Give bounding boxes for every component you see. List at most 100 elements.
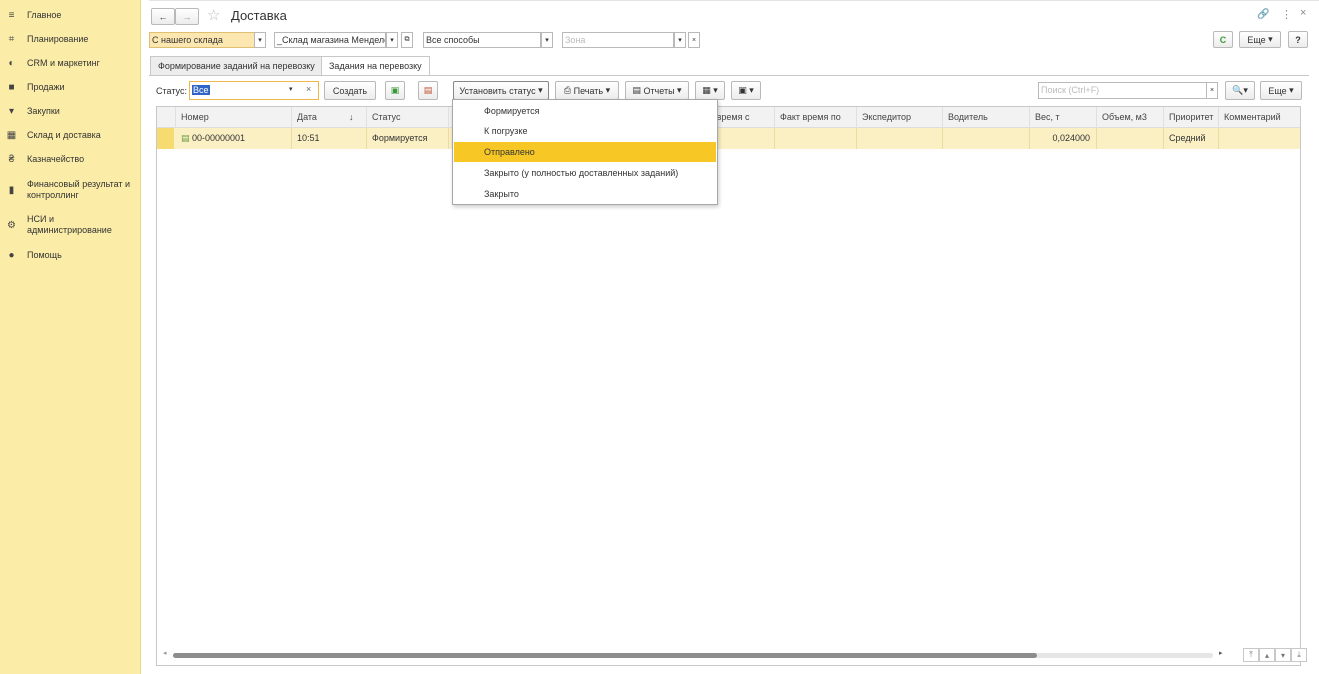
- create-button[interactable]: Создать: [324, 81, 376, 100]
- column-volume[interactable]: Объем, м3: [1097, 107, 1164, 128]
- last-page-button[interactable]: ⤓: [1291, 648, 1307, 662]
- help-button[interactable]: ?: [1288, 31, 1308, 48]
- column-forwarder[interactable]: Экспедитор: [857, 107, 943, 128]
- search-button[interactable]: 🔍▾: [1225, 81, 1255, 100]
- status-option-sent[interactable]: Отправлено: [454, 142, 716, 162]
- copy-doc-button[interactable]: ▣: [385, 81, 405, 100]
- tab-formation[interactable]: Формирование заданий на перевозку: [150, 56, 323, 75]
- scroll-left-icon[interactable]: ◂: [163, 649, 167, 657]
- chevron-down-icon[interactable]: ▾: [289, 85, 293, 93]
- main-area: ← → ☆ Доставка 🔗 ⋮ × С нашего склада ▾ _…: [149, 0, 1319, 674]
- clear-icon[interactable]: ×: [688, 32, 700, 48]
- row-marker: [157, 128, 174, 149]
- status-label: Статус:: [156, 86, 187, 96]
- next-page-button[interactable]: ▾: [1275, 648, 1291, 662]
- tab-tasks[interactable]: Задания на перевозку: [321, 56, 430, 76]
- column-priority[interactable]: Приоритет: [1164, 107, 1219, 128]
- sidebar-item-warehouse[interactable]: ▦ Склад и доставка: [0, 129, 141, 141]
- clear-icon[interactable]: ×: [306, 84, 311, 94]
- sidebar-item-label: Финансовый результат и контроллинг: [27, 179, 131, 200]
- help-icon: ?: [1295, 34, 1301, 45]
- table-header: Номер Дата ↓ Статус т время с Факт время…: [157, 107, 1300, 128]
- cell-weight: 0,024000: [1030, 128, 1097, 149]
- planning-icon: ⌗: [8, 33, 15, 45]
- crm-icon: ◐: [8, 57, 15, 69]
- print-button[interactable]: ⎙ Печать ▾: [555, 81, 619, 100]
- column-marker: [157, 107, 176, 128]
- sidebar-item-planning[interactable]: ⌗ Планирование: [0, 33, 141, 45]
- first-page-button[interactable]: ⤒: [1243, 648, 1259, 662]
- source-field[interactable]: С нашего склада: [149, 32, 255, 48]
- chevron-down-icon[interactable]: ▾: [541, 32, 553, 48]
- more-vertical-icon[interactable]: ⋮: [1281, 8, 1292, 21]
- printer-icon: ⎙: [563, 85, 574, 95]
- more-button[interactable]: Еще ▾: [1239, 31, 1281, 48]
- sidebar-item-label: НСИ и администрирование: [27, 214, 112, 235]
- tasks-table: Номер Дата ↓ Статус т время с Факт время…: [156, 106, 1307, 666]
- status-option-closed[interactable]: Закрыто: [454, 184, 716, 204]
- column-status[interactable]: Статус: [367, 107, 449, 128]
- cell-forwarder: [857, 128, 943, 149]
- sidebar-item-purchases[interactable]: ▾ Закупки: [0, 105, 141, 117]
- sidebar-item-finance[interactable]: ▮ Финансовый результат и контроллинг: [0, 178, 141, 202]
- scroll-right-icon[interactable]: ▸: [1219, 649, 1223, 657]
- post-doc-button[interactable]: ▤: [418, 81, 438, 100]
- column-number[interactable]: Номер: [176, 107, 292, 128]
- column-fact-time-to[interactable]: Факт время по: [775, 107, 857, 128]
- set-status-button[interactable]: Установить статус ▾: [453, 81, 549, 100]
- column-driver[interactable]: Водитель: [943, 107, 1030, 128]
- horizontal-scrollbar[interactable]: [173, 653, 1213, 658]
- forward-button[interactable]: →: [175, 8, 199, 25]
- create-based-button[interactable]: ▦ ▾: [695, 81, 725, 100]
- more-button[interactable]: Еще ▾: [1260, 81, 1302, 100]
- status-option-forming[interactable]: Формируется: [454, 101, 716, 121]
- cell-driver: [943, 128, 1030, 149]
- method-field[interactable]: Все способы: [423, 32, 541, 48]
- sidebar: ≡ Главное ⌗ Планирование ◐ CRM и маркети…: [0, 0, 141, 674]
- column-weight[interactable]: Вес, т: [1030, 107, 1097, 128]
- sidebar-item-crm[interactable]: ◐ CRM и маркетинг: [0, 57, 141, 69]
- chevron-down-icon[interactable]: ▾: [254, 32, 266, 48]
- prev-page-button[interactable]: ▴: [1259, 648, 1275, 662]
- cell-priority: Средний: [1164, 128, 1219, 149]
- scrollbar-thumb[interactable]: [173, 653, 1037, 658]
- status-option-closed-delivered[interactable]: Закрыто (у полностью доставленных задани…: [454, 163, 716, 183]
- table-row[interactable]: ▤ 00-00000001 10:51 Формируется 0,024000…: [157, 128, 1300, 149]
- chevron-down-icon[interactable]: ▾: [386, 32, 398, 48]
- cell-number: ▤ 00-00000001: [176, 128, 292, 149]
- menu-icon: ≡: [8, 9, 15, 21]
- chevron-down-icon[interactable]: ▾: [674, 32, 686, 48]
- sidebar-item-main[interactable]: ≡ Главное: [0, 9, 141, 21]
- chart-icon: ▮: [8, 185, 15, 196]
- refresh-button[interactable]: C: [1213, 31, 1233, 48]
- close-icon[interactable]: ×: [1300, 7, 1306, 19]
- page-title: Доставка: [231, 8, 287, 23]
- reports-button[interactable]: ▤ Отчеты ▾: [625, 81, 689, 100]
- link-icon[interactable]: 🔗: [1257, 9, 1269, 20]
- star-icon[interactable]: ☆: [207, 6, 220, 24]
- warehouse-field[interactable]: _Склад магазина Менделеева: [274, 32, 386, 48]
- sidebar-item-admin[interactable]: ⚙ НСИ и администрирование: [0, 213, 141, 237]
- related-docs-button[interactable]: ▣ ▾: [731, 81, 761, 100]
- status-field[interactable]: Все: [189, 81, 319, 100]
- open-icon[interactable]: ⧉: [401, 32, 413, 48]
- next-page-icon: ▾: [1280, 650, 1285, 660]
- column-date[interactable]: Дата ↓: [292, 107, 367, 128]
- help-icon: ●: [8, 249, 15, 261]
- forward-arrow-icon: →: [182, 11, 192, 22]
- sidebar-item-help[interactable]: ● Помощь: [0, 249, 141, 261]
- status-option-loading[interactable]: К погрузке: [454, 121, 716, 141]
- sidebar-item-treasury[interactable]: ₴ Казначейство: [0, 153, 141, 165]
- search-input[interactable]: Поиск (Ctrl+F): [1038, 82, 1208, 99]
- zone-field[interactable]: Зона: [562, 32, 674, 48]
- sort-arrow-icon: ↓: [349, 112, 354, 122]
- clear-icon[interactable]: ×: [1206, 82, 1218, 99]
- report-icon: ▤: [632, 85, 644, 95]
- sidebar-item-sales[interactable]: ■ Продажи: [0, 81, 141, 93]
- sidebar-item-label: Склад и доставка: [27, 129, 101, 140]
- cell-volume: [1097, 128, 1164, 149]
- column-comment[interactable]: Комментарий: [1219, 107, 1300, 128]
- back-button[interactable]: ←: [151, 8, 175, 25]
- document-icon: ▤: [423, 85, 433, 95]
- sidebar-item-label: CRM и маркетинг: [27, 57, 100, 68]
